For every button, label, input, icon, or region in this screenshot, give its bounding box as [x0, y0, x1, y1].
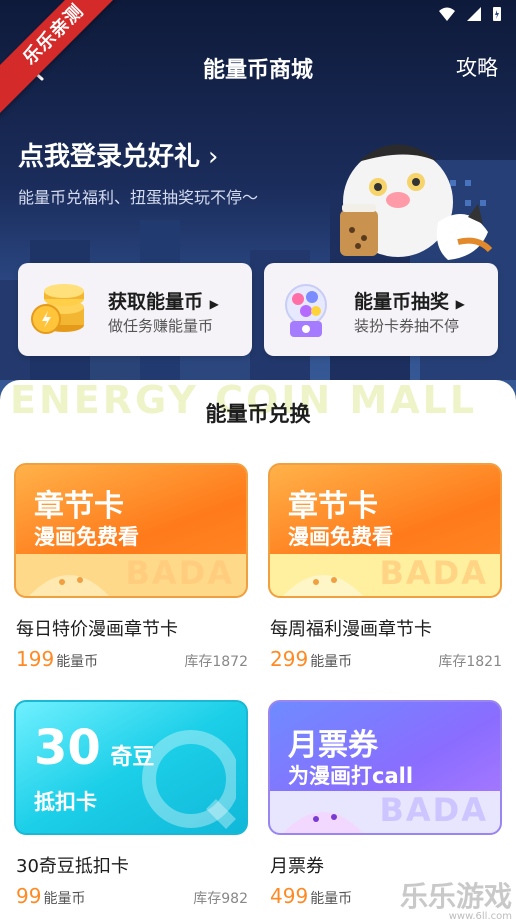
coin-lottery-card[interactable]: 能量币抽奖 ▶ 装扮卡券抽不停	[264, 263, 498, 356]
product-name: 30奇豆抵扣卡	[16, 856, 129, 877]
card-subtitle: 为漫画打call	[288, 764, 414, 788]
product-name: 每周福利漫画章节卡	[270, 619, 432, 640]
page-title: 能量币商城	[202, 58, 313, 83]
login-title: 点我登录兑好礼	[18, 142, 201, 172]
coin-stack-icon	[31, 284, 84, 334]
card-brand: BADA	[379, 791, 488, 829]
mascot-face-icon	[283, 575, 363, 596]
wifi-icon	[439, 7, 455, 21]
earn-coins-card[interactable]: 获取能量币 ▶ 做任务赚能量币	[18, 263, 252, 356]
login-subtitle: 能量币兑福利、扭蛋抽奖玩不停～	[18, 188, 259, 207]
coin-lottery-title: 能量币抽奖 ▶	[354, 291, 465, 313]
card-subtitle: 漫画免费看	[288, 525, 393, 549]
corner-watermark: 乐乐游戏 www.6ll.com	[394, 875, 512, 922]
product-stock: 库存1821	[438, 654, 502, 670]
mascot-face-icon	[283, 812, 363, 833]
mascot-face-icon	[29, 575, 109, 596]
product-image: 月票券 为漫画打call BADA	[268, 700, 502, 835]
product-price: 499 能量币	[270, 884, 353, 908]
product-image: 30 奇豆 抵扣卡	[14, 700, 248, 835]
card-title: 月票券	[288, 728, 378, 763]
product-image: 章节卡 漫画免费看 BADA	[14, 463, 248, 598]
exchange-title: 能量币兑换	[205, 402, 311, 426]
chevron-right-icon: ›	[208, 142, 219, 172]
product-price: 99 能量币	[16, 884, 86, 908]
triangle-right-icon: ▶	[455, 297, 465, 311]
card-title: 章节卡	[34, 489, 124, 524]
product-price: 199 能量币	[16, 647, 99, 671]
product-card[interactable]: 30 奇豆 抵扣卡 30奇豆抵扣卡 99 能量币 库存982	[14, 700, 248, 910]
coin-q-icon	[142, 730, 236, 829]
earn-coins-title: 获取能量币 ▶	[108, 291, 219, 313]
signal-icon	[467, 7, 481, 21]
battery-icon	[493, 7, 501, 21]
corner-watermark-text: 乐乐游戏	[399, 880, 512, 913]
card-subtitle: 抵扣卡	[34, 790, 97, 814]
product-name: 每日特价漫画章节卡	[16, 619, 178, 640]
card-title: 章节卡	[288, 489, 378, 524]
product-image: 章节卡 漫画免费看 BADA	[268, 463, 502, 598]
product-name: 月票券	[270, 856, 324, 877]
card-subtitle: 漫画免费看	[34, 525, 139, 549]
card-big-number: 30	[34, 720, 101, 776]
earn-coins-subtitle: 做任务赚能量币	[108, 317, 214, 335]
status-icons	[438, 6, 502, 22]
triangle-right-icon: ▶	[209, 297, 219, 311]
card-brand: BADA	[125, 554, 234, 592]
product-card[interactable]: 章节卡 漫画免费看 BADA 每周福利漫画章节卡 299 能量币 库存1821	[268, 463, 502, 673]
coin-lottery-subtitle: 装扮卡券抽不停	[354, 317, 460, 335]
strategy-link[interactable]: 攻略	[456, 52, 498, 82]
product-stock: 库存1872	[184, 654, 248, 670]
product-price: 299 能量币	[270, 647, 353, 671]
card-brand: BADA	[379, 554, 488, 592]
product-stock: 库存982	[193, 891, 248, 907]
mascot-illustration	[340, 144, 493, 260]
top-nav: 能量币商城 攻略	[0, 40, 516, 96]
product-card[interactable]: 章节卡 漫画免费看 BADA 每日特价漫画章节卡 199 能量币 库存1872	[14, 463, 248, 673]
login-prompt[interactable]: 点我登录兑好礼 ›	[18, 136, 218, 173]
gacha-machine-icon	[285, 284, 327, 337]
